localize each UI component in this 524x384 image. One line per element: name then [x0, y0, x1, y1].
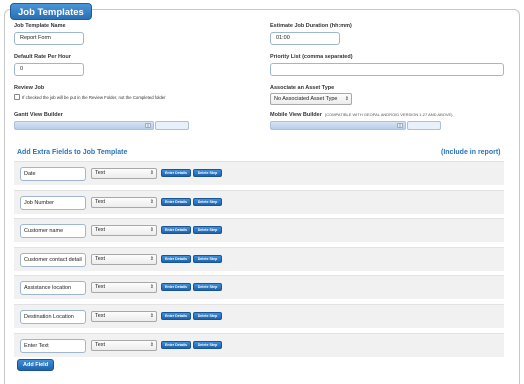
delete-step-button[interactable]: Delete Step: [193, 341, 222, 349]
select-caret-icon: ⇕: [344, 96, 349, 102]
mobile-builder-title: Mobile View Builder: [270, 112, 322, 118]
include-in-report-heading: (Include in report): [441, 149, 501, 156]
enter-details-button[interactable]: Enter Details: [161, 283, 191, 291]
estimate-duration-field[interactable]: 01:00: [270, 32, 340, 45]
gantt-builder-end: [155, 121, 189, 130]
select-caret-icon: ⇕: [149, 170, 154, 176]
default-rate-field[interactable]: 0: [14, 63, 84, 76]
extra-field-type-value: Text: [95, 256, 106, 262]
add-field-button[interactable]: Add Field: [17, 359, 55, 371]
delete-step-button[interactable]: Delete Step: [193, 255, 222, 263]
delete-step-button[interactable]: Delete Step: [193, 198, 222, 206]
extra-field-type-value: Text: [95, 284, 106, 290]
enter-details-button[interactable]: Enter Details: [161, 226, 191, 234]
mobile-builder-note: (COMPATIBLE WITH GEOPAL ANDROID VERSION …: [324, 112, 453, 117]
asset-type-select[interactable]: No Associated Asset Type ⇕: [270, 93, 352, 105]
extra-field-name-input[interactable]: Date: [20, 167, 86, 181]
mobile-builder-end: [407, 121, 441, 130]
delete-step-button[interactable]: Delete Step: [193, 226, 222, 234]
extra-field-name-input[interactable]: Assistance location: [20, 281, 86, 295]
extra-field-row: Customer contact detail Text ⇕ Enter Detail…: [14, 247, 504, 271]
select-caret-icon: ⇕: [149, 342, 154, 348]
review-job-checkbox[interactable]: [14, 94, 20, 100]
extra-field-type-value: Text: [95, 313, 106, 319]
gantt-builder-handle-icon[interactable]: ≡: [145, 123, 151, 128]
extra-field-type-value: Text: [95, 342, 106, 348]
enter-details-button[interactable]: Enter Details: [161, 341, 191, 349]
review-job-label: Review Job: [14, 85, 45, 91]
gantt-builder-bar[interactable]: ≡: [14, 121, 154, 130]
select-caret-icon: ⇕: [149, 199, 154, 205]
extra-field-name-input[interactable]: Customer contact detail: [20, 253, 86, 267]
review-job-description: If checked the job will be put in the Re…: [22, 95, 166, 100]
select-caret-icon: ⇕: [149, 256, 154, 262]
enter-details-button[interactable]: Enter Details: [161, 255, 191, 263]
extra-field-type-select[interactable]: Text ⇕: [91, 168, 157, 179]
extra-field-type-value: Text: [95, 170, 106, 176]
extra-field-row: Enter Text Text ⇕ Enter Details Delete Step: [14, 333, 504, 357]
extra-field-name-input[interactable]: Destination Location: [20, 310, 86, 324]
asset-type-value: No Associated Asset Type: [274, 96, 338, 102]
enter-details-button[interactable]: Enter Details: [161, 169, 191, 177]
extra-field-name-input[interactable]: Customer name: [20, 224, 86, 238]
extra-field-type-select[interactable]: Text ⇕: [91, 311, 157, 322]
mobile-builder-label: Mobile View Builder (COMPATIBLE WITH GEOP…: [270, 112, 453, 118]
enter-details-button[interactable]: Enter Details: [161, 312, 191, 320]
page-title: Job Templates: [10, 3, 92, 20]
extra-field-row: Job Number Text ⇕ Enter Details Delete Step: [14, 190, 504, 214]
extra-field-name-input[interactable]: Job Number: [20, 196, 86, 210]
template-name-label: Job Template Name: [14, 23, 66, 29]
default-rate-label: Default Rate Per Hour: [14, 54, 71, 60]
delete-step-button[interactable]: Delete Step: [193, 312, 222, 320]
extra-field-row: Customer name Text ⇕ Enter Details Delete St…: [14, 218, 504, 242]
asset-type-label: Associate an Asset Type: [270, 85, 335, 91]
extra-field-row: Date Text ⇕ Enter Details Delete Step: [14, 161, 504, 185]
extra-field-type-select[interactable]: Text ⇕: [91, 225, 157, 236]
estimate-duration-label: Estimate Job Duration (hh:mm): [270, 23, 352, 29]
enter-details-button[interactable]: Enter Details: [161, 198, 191, 206]
select-caret-icon: ⇕: [149, 227, 154, 233]
priority-list-label: Priority List (comma separated): [270, 54, 353, 60]
extra-fields-heading: Add Extra Fields to Job Template: [17, 149, 128, 156]
extra-field-type-select[interactable]: Text ⇕: [91, 197, 157, 208]
select-caret-icon: ⇕: [149, 313, 154, 319]
template-name-field[interactable]: Report Form: [14, 32, 84, 45]
extra-field-row: Destination Location Text ⇕ Enter Details De…: [14, 304, 504, 328]
mobile-builder-handle-icon[interactable]: ≡: [397, 123, 403, 128]
extra-field-type-value: Text: [95, 227, 106, 233]
extra-field-type-select[interactable]: Text ⇕: [91, 282, 157, 293]
delete-step-button[interactable]: Delete Step: [193, 169, 222, 177]
gantt-builder-label: Gantt View Builder: [14, 112, 63, 118]
delete-step-button[interactable]: Delete Step: [193, 283, 222, 291]
extra-field-type-select[interactable]: Text ⇕: [91, 340, 157, 351]
mobile-builder-bar[interactable]: ≡: [270, 121, 406, 130]
extra-field-type-value: Text: [95, 199, 106, 205]
priority-list-field[interactable]: [270, 63, 504, 76]
extra-field-name-input[interactable]: Enter Text: [20, 339, 86, 353]
extra-field-row: Assistance location Text ⇕ Enter Details Del…: [14, 275, 504, 299]
select-caret-icon: ⇕: [149, 284, 154, 290]
extra-field-type-select[interactable]: Text ⇕: [91, 254, 157, 265]
